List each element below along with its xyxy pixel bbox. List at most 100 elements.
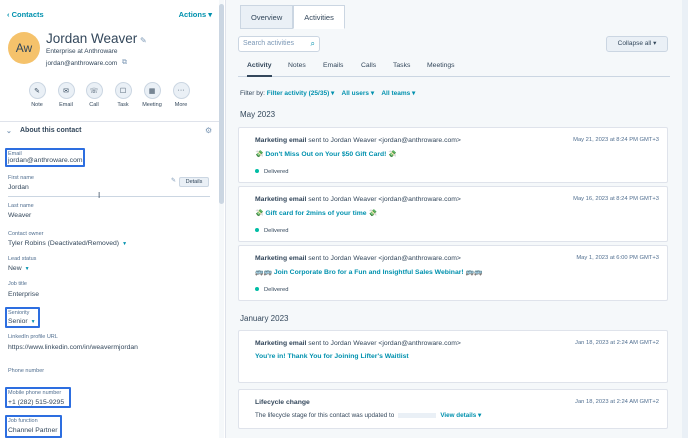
lifecycle-title-text: Lifecycle change [255, 399, 310, 406]
linkedin-field[interactable]: https://www.linkedin.com/in/weavermjorda… [8, 344, 138, 351]
tab-activities[interactable]: Activities [293, 5, 345, 29]
lead-status-select[interactable]: New ▼ [8, 265, 30, 272]
subtab-activity[interactable]: Activity [247, 62, 272, 77]
more-icon: ··· [172, 82, 190, 99]
activity-scrollbar[interactable] [682, 0, 688, 438]
filter-bar: Filter by: Filter activity (25/35) ▾ All… [240, 89, 415, 97]
first-name-label: First name [8, 175, 34, 181]
subtab-meetings[interactable]: Meetings [427, 62, 455, 69]
avatar[interactable]: Aw [8, 32, 40, 64]
contact-name: Jordan Weaver [46, 31, 138, 46]
lifecycle-title: Lifecycle change [255, 399, 310, 406]
more-action[interactable]: ··· More [170, 82, 192, 108]
collapse-label: Collapse all [617, 40, 652, 47]
month-header: May 2023 [240, 110, 276, 119]
card-recipient: sent to Jordan Weaver <jordan@anthroware… [308, 340, 461, 347]
redacted-value [398, 412, 437, 418]
back-to-contacts-link[interactable]: ‹ Contacts [7, 10, 44, 19]
activity-pane: Overview Activities Search activities ⌕ … [226, 0, 688, 438]
status-text: Delivered [264, 228, 289, 234]
first-name-field[interactable]: Jordan [8, 184, 29, 191]
actions-label: Actions [178, 10, 207, 19]
card-title: Marketing email sent to Jordan Weaver <j… [255, 255, 461, 262]
email-subject-link[interactable]: 💸 Gift card for 2mins of your time 💸 [255, 209, 377, 217]
card-title: Marketing email sent to Jordan Weaver <j… [255, 340, 461, 347]
chevron-down-icon: ▼ [24, 266, 30, 272]
meeting-label: Meeting [142, 102, 162, 108]
filter-by-label: Filter by: [240, 90, 265, 97]
job-title-label: Job title [8, 281, 27, 287]
envelope-icon: ✉ [57, 82, 75, 99]
task-action[interactable]: ☐ Task [112, 82, 134, 108]
field-underline [8, 196, 210, 197]
activity-card[interactable]: Marketing email sent to Jordan Weaver <j… [238, 245, 668, 301]
call-action[interactable]: ☏ Call [83, 82, 105, 108]
task-icon: ☐ [114, 82, 132, 99]
lifecycle-description: The lifecycle stage for this contact was… [255, 412, 481, 419]
all-teams-dropdown[interactable]: All teams ▾ [381, 90, 415, 97]
card-type: Marketing email [255, 137, 307, 144]
section-title: About this contact [20, 127, 82, 134]
card-recipient: sent to Jordan Weaver <jordan@anthroware… [308, 196, 461, 203]
tab-overview[interactable]: Overview [240, 5, 294, 29]
status-dot-icon [255, 169, 259, 174]
filter-activity-label: Filter activity (25/35) [266, 90, 330, 97]
back-label: Contacts [11, 10, 44, 19]
filter-activity-dropdown[interactable]: Filter activity (25/35) ▾ [267, 90, 335, 97]
owner-select[interactable]: Tyler Robins (Deactivated/Removed) ▼ [8, 240, 127, 247]
lifecycle-card[interactable]: Lifecycle change Jan 18, 2023 at 2:24 AM… [238, 389, 668, 429]
search-input[interactable]: Search activities ⌕ [238, 36, 320, 52]
search-icon: ⌕ [310, 39, 315, 48]
tab-bar: Overview Activities [240, 5, 345, 29]
contact-subtitle: Enterprise at Anthroware [46, 48, 118, 55]
linkedin-label: LinkedIn profile URL [8, 334, 58, 340]
mobile-phone-highlight [5, 387, 71, 408]
email-subject-link[interactable]: 🚌🚌 Join Corporate Bro for a Fun and Insi… [255, 268, 482, 276]
activity-card[interactable]: Marketing email sent to Jordan Weaver <j… [238, 330, 668, 383]
delivery-status: Delivered [255, 228, 289, 234]
details-button[interactable]: Details [179, 177, 209, 187]
view-details-link[interactable]: View details ▾ [440, 412, 481, 419]
view-details-label: View details [440, 412, 477, 419]
card-type: Marketing email [255, 255, 307, 262]
search-placeholder: Search activities [243, 40, 294, 47]
status-dot-icon [255, 228, 259, 233]
chevron-down-icon: ⌄ [6, 128, 12, 135]
sidebar-scroll-thumb[interactable] [219, 4, 224, 204]
all-teams-label: All teams [381, 90, 411, 97]
email-subject-link[interactable]: You're in! Thank You for Joining Lifter'… [255, 353, 409, 360]
email-subject-link[interactable]: 💸 Don't Miss Out on Your $50 Gift Card! … [255, 150, 397, 158]
subtab-tasks[interactable]: Tasks [393, 62, 410, 69]
job-function-highlight [5, 415, 62, 438]
subtab-calls[interactable]: Calls [361, 62, 376, 69]
delivery-status: Delivered [255, 169, 289, 175]
card-date: Jan 18, 2023 at 2:24 AM GMT+2 [575, 399, 659, 405]
last-name-field[interactable]: Weaver [8, 212, 31, 219]
lead-status-value: New [8, 265, 22, 272]
pencil-icon[interactable]: ✎ [171, 177, 176, 184]
email-highlight [5, 148, 85, 167]
lifecycle-desc-text: The lifecycle stage for this contact was… [255, 412, 395, 419]
chevron-down-icon: ▾ [478, 412, 482, 419]
pencil-icon[interactable]: ✎ [140, 36, 147, 45]
all-users-dropdown[interactable]: All users ▾ [342, 90, 375, 97]
note-action[interactable]: ✎ Note [26, 82, 48, 108]
subtab-notes[interactable]: Notes [288, 62, 306, 69]
last-name-label: Last name [8, 203, 34, 209]
calendar-icon: ▦ [143, 82, 161, 99]
meeting-action[interactable]: ▦ Meeting [141, 82, 163, 108]
actions-menu[interactable]: Actions ▾ [179, 10, 212, 19]
gear-icon[interactable]: ⚙ [205, 126, 212, 135]
collapse-all-button[interactable]: Collapse all ▾ [606, 36, 668, 52]
job-title-field[interactable]: Enterprise [8, 291, 39, 298]
email-action[interactable]: ✉ Email [55, 82, 77, 108]
copy-icon[interactable]: ⧉ [122, 59, 127, 67]
chevron-down-icon: ▾ [208, 10, 212, 19]
card-date: Jan 18, 2023 at 2:24 AM GMT+2 [575, 340, 659, 346]
contact-email: jordan@anthroware.com [46, 60, 118, 67]
card-recipient: sent to Jordan Weaver <jordan@anthroware… [308, 137, 461, 144]
activity-card[interactable]: Marketing email sent to Jordan Weaver <j… [238, 186, 668, 242]
activity-card[interactable]: Marketing email sent to Jordan Weaver <j… [238, 127, 668, 183]
subtab-emails[interactable]: Emails [323, 62, 343, 69]
phone-icon: ☏ [85, 82, 103, 99]
